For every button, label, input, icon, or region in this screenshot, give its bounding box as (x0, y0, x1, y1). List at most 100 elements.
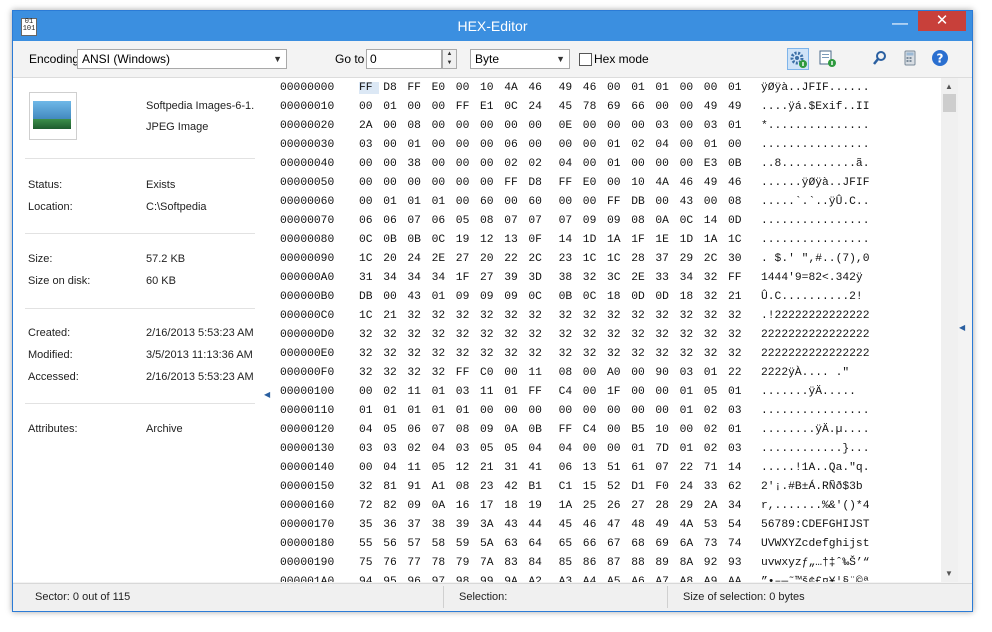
hex-byte[interactable]: 33 (655, 272, 675, 284)
hex-byte[interactable]: 0A (504, 424, 524, 436)
ascii-text[interactable]: ......ÿØÿà..JFIF (761, 177, 869, 189)
help-icon[interactable]: ? (930, 48, 952, 70)
hex-byte[interactable]: 0C (504, 101, 524, 113)
hex-byte[interactable]: 4A (680, 519, 700, 531)
hex-byte[interactable]: 01 (728, 424, 748, 436)
hex-byte[interactable]: 1F (607, 386, 627, 398)
hex-byte[interactable]: 00 (583, 443, 603, 455)
hex-byte[interactable]: 00 (504, 120, 524, 132)
hex-byte[interactable]: 04 (528, 443, 548, 455)
hex-byte[interactable]: 04 (655, 139, 675, 151)
hex-byte[interactable]: FF (456, 367, 476, 379)
hex-byte[interactable]: 32 (680, 348, 700, 360)
hex-byte[interactable]: D1 (631, 481, 651, 493)
hex-byte[interactable]: 01 (680, 443, 700, 455)
hex-byte[interactable]: 19 (456, 234, 476, 246)
hex-byte[interactable]: 59 (456, 538, 476, 550)
hex-byte[interactable]: 32 (359, 481, 379, 493)
hex-byte[interactable]: 22 (680, 462, 700, 474)
hex-row[interactable]: 00000050 00 00 00 00 00 00 FF D8 FF E0 00 10 4A 46 49 46… (277, 177, 937, 196)
ascii-text[interactable]: Û.C..........2! (761, 291, 863, 303)
hex-byte[interactable]: 1C (359, 253, 379, 265)
hex-byte[interactable]: 1F (456, 272, 476, 284)
hex-row[interactable]: 00000190 75 76 77 78 79 7A 83 84 85 86 87 88 89 8A 92 93… (277, 557, 937, 576)
hex-byte[interactable]: 8A (680, 557, 700, 569)
hex-row[interactable]: 00000020 2A 00 08 00 00 00 00 00 0E 00 00 00 03 00 03 01… (277, 120, 937, 139)
hex-byte[interactable]: 00 (655, 386, 675, 398)
ascii-text[interactable]: 2222222222222222 (761, 348, 869, 360)
hex-byte[interactable]: 01 (680, 405, 700, 417)
hex-byte[interactable]: FF (728, 272, 748, 284)
hex-byte[interactable]: A6 (631, 576, 651, 582)
hex-byte[interactable]: 88 (631, 557, 651, 569)
hex-byte[interactable]: 00 (407, 177, 427, 189)
hex-byte[interactable]: 00 (383, 139, 403, 151)
hex-byte[interactable]: 06 (559, 462, 579, 474)
hex-byte[interactable]: 03 (383, 443, 403, 455)
hex-byte[interactable]: 58 (432, 538, 452, 550)
hex-byte[interactable]: 07 (655, 462, 675, 474)
hex-byte[interactable]: 27 (456, 253, 476, 265)
hex-row[interactable]: 00000180 55 56 57 58 59 5A 63 64 65 66 67 68 69 6A 73 74… (277, 538, 937, 557)
hex-byte[interactable]: 19 (528, 500, 548, 512)
hex-byte[interactable]: 9A (504, 576, 524, 582)
hex-byte[interactable]: 83 (504, 557, 524, 569)
hex-byte[interactable]: E1 (480, 101, 500, 113)
ascii-text[interactable]: ”•–—˜™š¢£¤¥¦§¨©ª (761, 576, 869, 582)
hex-byte[interactable]: 02 (407, 443, 427, 455)
hex-byte[interactable]: 48 (631, 519, 651, 531)
hex-byte[interactable]: A8 (680, 576, 700, 582)
hex-byte[interactable]: D8 (528, 177, 548, 189)
ascii-text[interactable]: ................ (761, 234, 869, 246)
hex-byte[interactable]: 34 (383, 272, 403, 284)
hex-byte[interactable]: 0B (728, 158, 748, 170)
hex-byte[interactable]: C1 (559, 481, 579, 493)
hex-byte[interactable]: 77 (407, 557, 427, 569)
hex-byte[interactable]: 07 (559, 215, 579, 227)
hex-byte[interactable]: 41 (528, 462, 548, 474)
hex-byte[interactable]: 49 (704, 101, 724, 113)
hex-byte[interactable]: 32 (383, 329, 403, 341)
hex-byte[interactable]: 03 (456, 386, 476, 398)
hex-byte[interactable]: 38 (559, 272, 579, 284)
hex-byte[interactable]: 05 (504, 443, 524, 455)
hex-byte[interactable]: 09 (456, 291, 476, 303)
hex-byte[interactable]: 04 (383, 462, 403, 474)
hex-byte[interactable]: 00 (456, 120, 476, 132)
hex-byte[interactable]: 01 (704, 139, 724, 151)
hex-byte[interactable]: 01 (728, 82, 748, 94)
hex-row[interactable]: 00000130 03 03 02 04 03 05 05 04 04 00 00 01 7D 01 02 03… (277, 443, 937, 462)
hex-byte[interactable]: 1C (583, 253, 603, 265)
hex-byte[interactable]: 08 (456, 424, 476, 436)
hex-byte[interactable]: 15 (583, 481, 603, 493)
hex-byte[interactable]: 33 (704, 481, 724, 493)
hex-byte[interactable]: 00 (359, 462, 379, 474)
hex-byte[interactable]: 08 (728, 196, 748, 208)
hex-byte[interactable]: 39 (504, 272, 524, 284)
hex-byte[interactable]: 03 (680, 367, 700, 379)
hex-row[interactable]: 00000150 32 81 91 A1 08 23 42 B1 C1 15 52 D1 F0 24 33 62… (277, 481, 937, 500)
hex-byte[interactable]: 34 (407, 272, 427, 284)
hex-byte[interactable]: 1C (607, 253, 627, 265)
hex-byte[interactable]: 00 (607, 443, 627, 455)
hex-byte[interactable]: 69 (607, 101, 627, 113)
hex-byte[interactable]: A5 (607, 576, 627, 582)
hex-byte[interactable]: 32 (407, 367, 427, 379)
hex-byte[interactable]: 08 (480, 215, 500, 227)
hex-byte[interactable]: 49 (559, 82, 579, 94)
hex-byte[interactable]: 00 (480, 120, 500, 132)
hex-byte[interactable]: 04 (359, 424, 379, 436)
hex-byte[interactable]: 1A (559, 500, 579, 512)
hex-byte[interactable]: 14 (704, 215, 724, 227)
hex-byte[interactable]: 07 (528, 215, 548, 227)
hex-byte[interactable]: 03 (655, 120, 675, 132)
search-icon[interactable] (870, 48, 892, 70)
goto-input[interactable]: 0 (366, 49, 442, 69)
hex-byte[interactable]: 00 (655, 158, 675, 170)
hex-byte[interactable]: 05 (456, 215, 476, 227)
hex-byte[interactable]: 81 (383, 481, 403, 493)
hex-byte[interactable]: 02 (704, 443, 724, 455)
hex-byte[interactable]: 10 (655, 424, 675, 436)
hex-byte[interactable]: 1A (607, 234, 627, 246)
hex-row[interactable]: 000000B0 DB 00 43 01 09 09 09 0C 0B 0C 18 0D 0D 18 32 21… (277, 291, 937, 310)
